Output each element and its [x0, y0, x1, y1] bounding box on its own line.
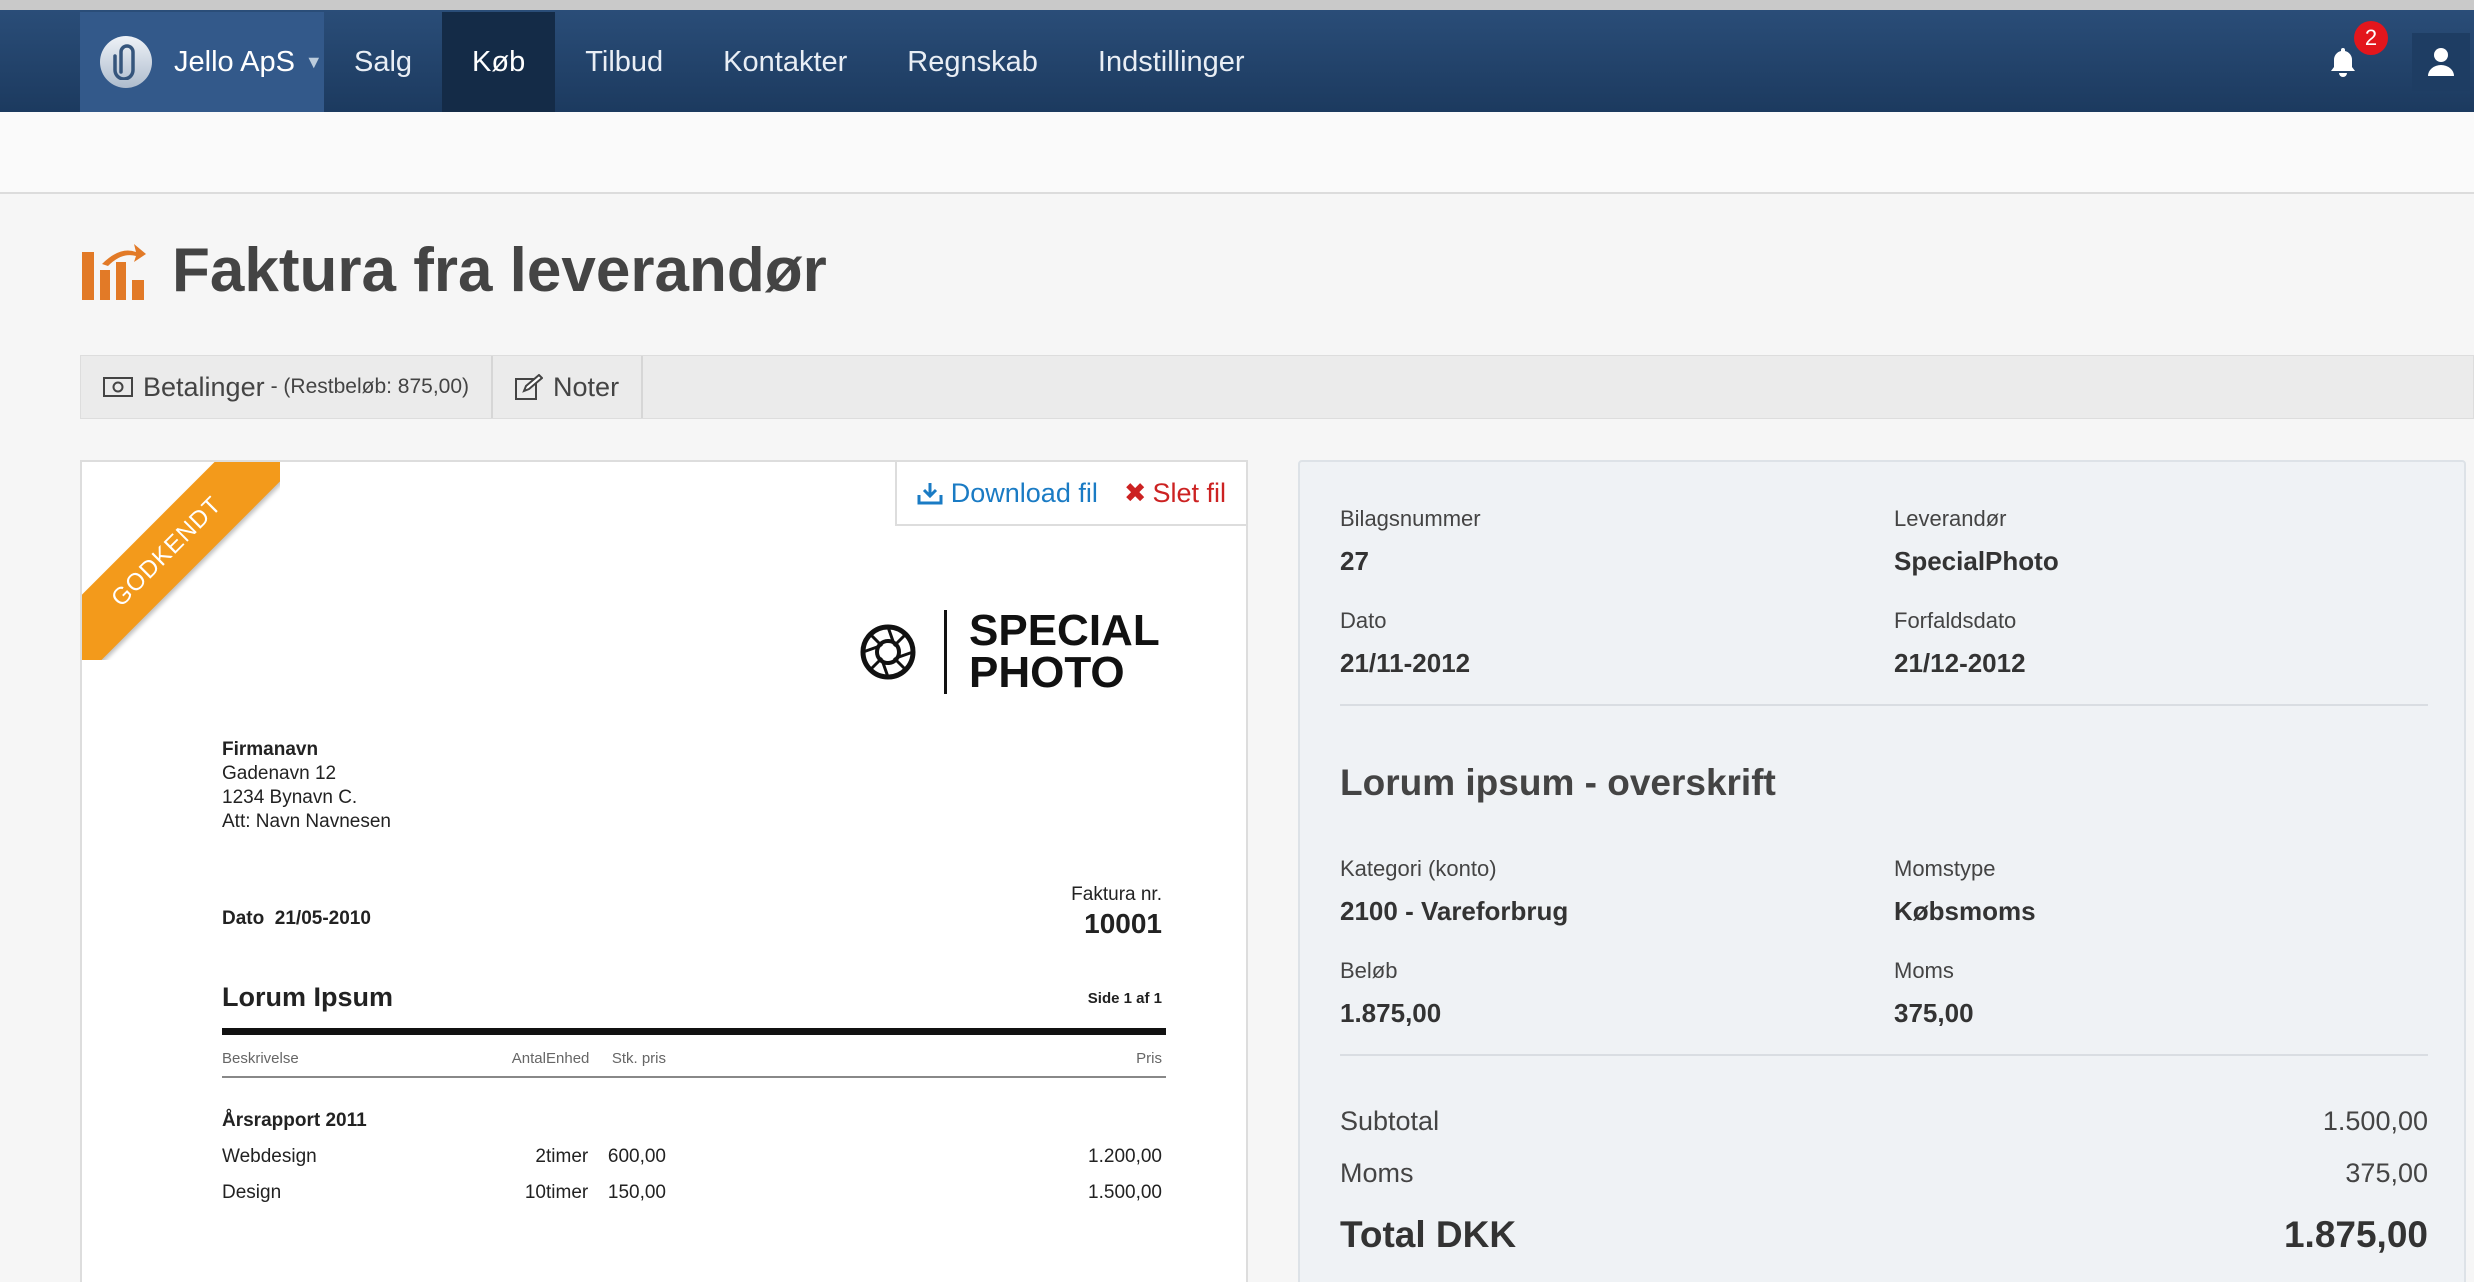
line-unit-price: 600,00: [607, 1146, 666, 1167]
nav-item-regnskab[interactable]: Regnskab: [877, 12, 1068, 112]
line-price: 1.200,00: [1088, 1146, 1162, 1167]
field-due-date: Forfaldsdato 21/12-2012: [1894, 608, 2026, 678]
field-date: Dato 21/11-2012: [1340, 608, 1471, 678]
remaining-amount: - (Restbeløb: 875,00): [270, 375, 470, 398]
download-icon: [917, 483, 943, 505]
nav-item-kontakter[interactable]: Kontakter: [693, 12, 877, 112]
main-menu: Salg Køb Tilbud Kontakter Regnskab Indst…: [324, 12, 1275, 112]
divider: [1340, 1054, 2428, 1056]
nav-item-tilbud[interactable]: Tilbud: [555, 12, 693, 112]
line-group-title: Årsrapport 2011: [222, 1110, 367, 1131]
delete-file-label: Slet fil: [1152, 477, 1226, 508]
line-desc: Webdesign: [222, 1146, 317, 1167]
invoice-heading: Lorum Ipsum: [222, 982, 394, 1012]
approved-ribbon: GODKENDT: [82, 462, 280, 660]
camera-aperture-icon: [860, 624, 916, 680]
download-file-label: Download fil: [950, 477, 1098, 508]
nav-item-indstillinger[interactable]: Indstillinger: [1068, 12, 1275, 112]
col-price: Pris: [1136, 1050, 1162, 1067]
line-desc: Design: [222, 1182, 282, 1203]
logo-wordmark: SPECIAL PHOTO: [944, 609, 1160, 695]
user-menu-button[interactable]: [2412, 33, 2470, 91]
close-icon: ✖: [1123, 477, 1147, 508]
tab-payments-label: Betalinger: [143, 371, 265, 402]
vat-row: Moms 375,00: [1340, 1158, 2428, 1188]
purchase-invoice-icon: [82, 243, 146, 300]
divider: [222, 1076, 1166, 1078]
notification-badge: 2: [2354, 21, 2388, 55]
invoice-number: Faktura nr. 10001: [1071, 884, 1162, 939]
download-file-link[interactable]: Download fil: [917, 478, 1098, 509]
field-vat-type: Momstype Købsmoms: [1894, 856, 2036, 926]
line-qty: 2: [535, 1146, 546, 1167]
field-amount: Beløb 1.875,00: [1340, 958, 1442, 1028]
user-icon: [2428, 48, 2454, 76]
field-voucher-number: Bilagsnummer 27: [1340, 506, 1481, 576]
top-navigation: Jello ApS ▼ Salg Køb Tilbud Kontakter Re…: [0, 0, 2474, 112]
line-unit-price: 150,00: [607, 1182, 666, 1203]
tab-notes-label: Noter: [553, 371, 620, 402]
edit-icon: [515, 374, 544, 400]
invoice-details-panel: Bilagsnummer 27 Leverandør SpecialPhoto …: [1298, 460, 2466, 1282]
line-price: 1.500,00: [1088, 1182, 1162, 1203]
invoice-date: Dato 21/05-2010: [222, 908, 371, 929]
invoice-preview: GODKENDT Download fil ✖ Slet fil SPECIAL…: [80, 460, 1248, 1282]
nav-actions: 2: [2314, 12, 2474, 112]
notifications-button[interactable]: 2: [2314, 21, 2388, 91]
bell-icon: [2331, 48, 2355, 77]
line-unit: timer: [546, 1146, 589, 1167]
chevron-down-icon: ▼: [304, 51, 323, 72]
col-desc: Beskrivelse: [222, 1050, 299, 1067]
recipient-address: Firmanavn Gadenavn 12 1234 Bynavn C. Att…: [222, 739, 391, 832]
nav-item-salg[interactable]: Salg: [324, 12, 442, 112]
page-header: Faktura fra leverandør: [80, 235, 827, 306]
line-qty: 10: [524, 1182, 546, 1203]
file-actions: Download fil ✖ Slet fil: [894, 462, 1246, 526]
field-supplier: Leverandør SpecialPhoto: [1894, 506, 2059, 576]
status-ribbon: GODKENDT: [82, 462, 280, 660]
invoice-tabs: Betalinger - (Restbeløb: 875,00) Noter: [80, 355, 2474, 419]
page-info: Side 1 af 1: [1087, 990, 1162, 1007]
col-qty: Antal: [511, 1050, 546, 1067]
total-row: Total DKK 1.875,00: [1340, 1214, 2428, 1255]
company-name: Jello ApS: [174, 45, 295, 78]
col-unit-price: Stk. pris: [611, 1050, 666, 1067]
field-vat: Moms 375,00: [1894, 958, 1974, 1028]
invoice-description: Lorum ipsum - overskrift: [1340, 762, 1776, 803]
field-category: Kategori (konto) 2100 - Vareforbrug: [1340, 856, 1569, 926]
money-icon: [103, 377, 133, 397]
line-unit: timer: [546, 1182, 589, 1203]
supplier-logo: SPECIAL PHOTO: [860, 609, 1160, 695]
divider: [222, 1028, 1166, 1035]
delete-file-link[interactable]: ✖ Slet fil: [1124, 478, 1226, 509]
col-unit: Enhed: [546, 1050, 590, 1067]
subtotal-row: Subtotal 1.500,00: [1340, 1106, 2428, 1136]
sub-toolbar: [0, 112, 2474, 194]
paperclip-logo-icon: [100, 36, 152, 88]
tab-payments[interactable]: Betalinger - (Restbeløb: 875,00): [81, 356, 494, 418]
page-title: Faktura fra leverandør: [172, 236, 827, 305]
company-switcher[interactable]: Jello ApS ▼: [80, 12, 324, 112]
tab-notes[interactable]: Noter: [493, 356, 644, 418]
divider: [1340, 704, 2428, 706]
nav-item-kob[interactable]: Køb: [442, 12, 556, 112]
